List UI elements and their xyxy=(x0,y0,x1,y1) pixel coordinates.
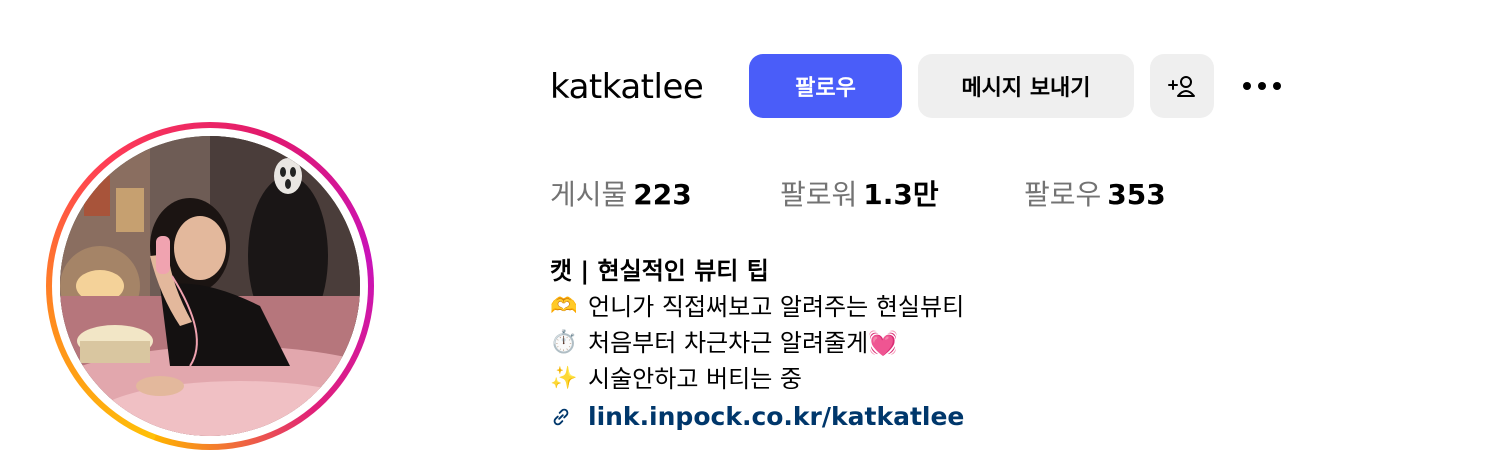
message-button[interactable]: 메시지 보내기 xyxy=(918,54,1134,118)
stat-following[interactable]: 팔로우 353 xyxy=(1024,175,1166,215)
add-user-icon xyxy=(1168,76,1195,97)
bio-line-text: 시술안하고 버티는 중 xyxy=(588,365,802,393)
profile-photo xyxy=(60,136,360,436)
bio-line-text: 언니가 직접써보고 알려주는 현실뷰티 xyxy=(588,293,965,321)
bio-line: ⏱️ 처음부터 차근차근 알려줄게💓 xyxy=(550,325,1450,361)
following-count: 353 xyxy=(1107,178,1166,211)
following-label: 팔로우 xyxy=(1024,178,1102,211)
more-options-button[interactable] xyxy=(1236,54,1288,118)
stat-posts: 게시물 223 xyxy=(550,175,692,215)
bio-external-link[interactable]: link.inpock.co.kr/katkatlee xyxy=(550,399,1450,435)
avatar[interactable] xyxy=(60,136,360,436)
avatar-story-ring[interactable] xyxy=(46,122,374,450)
stopwatch-icon: ⏱️ xyxy=(550,330,578,355)
bio-link-text[interactable]: link.inpock.co.kr/katkatlee xyxy=(588,399,964,435)
more-options-icon xyxy=(1243,82,1281,90)
followers-label: 팔로워 xyxy=(780,178,858,211)
bio-line: ✨ 시술안하고 버티는 중 xyxy=(550,361,1450,397)
add-user-button[interactable] xyxy=(1150,54,1214,118)
posts-label: 게시물 xyxy=(550,178,628,211)
profile-bio: 캣 | 현실적인 뷰티 팁 🫶 언니가 직접써보고 알려주는 현실뷰티 ⏱️ 처… xyxy=(550,253,1450,435)
link-icon xyxy=(553,408,569,426)
bio-display-name: 캣 | 현실적인 뷰티 팁 xyxy=(550,257,769,285)
bio-line-text: 처음부터 차근차근 알려줄게💓 xyxy=(588,329,899,357)
bio-line: 🫶 언니가 직접써보고 알려주는 현실뷰티 xyxy=(550,289,1450,325)
posts-count: 223 xyxy=(633,178,692,211)
heart-hands-icon: 🫶 xyxy=(550,294,578,319)
follow-button[interactable]: 팔로우 xyxy=(749,54,902,118)
profile-username: katkatlee xyxy=(550,67,704,107)
stat-followers[interactable]: 팔로워 1.3만 xyxy=(780,175,939,215)
followers-count: 1.3만 xyxy=(863,178,939,211)
sparkles-icon: ✨ xyxy=(550,366,578,391)
